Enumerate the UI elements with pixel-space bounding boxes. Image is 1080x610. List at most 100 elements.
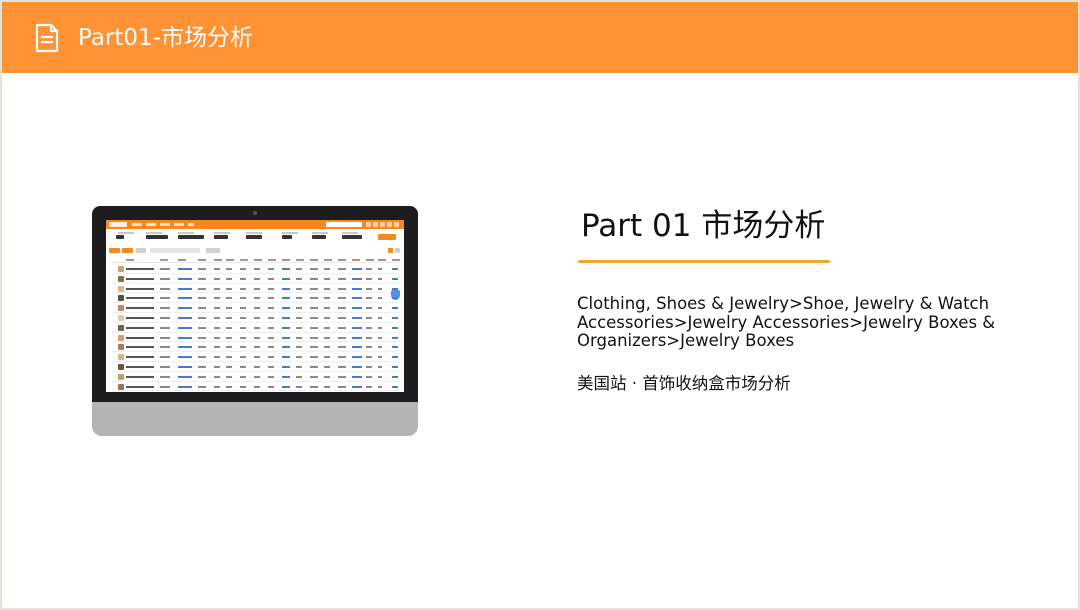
table-cell (178, 336, 192, 339)
table-cell (338, 277, 346, 280)
table-cell (126, 365, 154, 368)
table-cell (240, 297, 246, 300)
table-cell (240, 336, 246, 339)
table-cell (254, 365, 260, 368)
table-header-cell (160, 259, 168, 261)
table-cell (160, 356, 170, 359)
header-banner: Part01-市场分析 (2, 2, 1078, 73)
dashboard-button (373, 222, 378, 227)
table-cell (254, 307, 260, 310)
table-cell (254, 385, 260, 388)
table-cell (268, 287, 274, 290)
table-cell (198, 277, 206, 280)
table-cell (392, 336, 398, 339)
table-cell (378, 365, 382, 368)
table-cell (338, 385, 346, 388)
table-cell (126, 268, 154, 270)
monitor-chin (92, 402, 418, 436)
table-cell (226, 336, 232, 339)
table-cell (296, 268, 302, 270)
table-cell (282, 356, 290, 359)
dashboard-top-bar (106, 220, 404, 229)
table-cell (240, 326, 246, 329)
monitor-bezel (92, 206, 418, 402)
shield-icon (391, 290, 400, 300)
table-cell (282, 326, 290, 329)
table-cell (268, 307, 274, 310)
table-cell (352, 365, 362, 368)
table-cell (282, 316, 290, 319)
table-cell (378, 277, 382, 280)
table-cell (352, 385, 362, 388)
product-thumbnail (118, 373, 124, 380)
table-cell (214, 385, 220, 388)
table-cell (324, 277, 330, 280)
table-cell (198, 336, 206, 339)
table-cell (366, 365, 372, 368)
table-cell (160, 287, 170, 290)
table-cell (160, 365, 170, 368)
product-thumbnail (118, 314, 124, 321)
table-cell (392, 307, 398, 310)
table-cell (254, 268, 260, 270)
dashboard-nav-item (174, 223, 184, 226)
table-cell (378, 336, 382, 339)
monitor-illustration (92, 206, 418, 436)
table-cell (338, 287, 346, 290)
table-row (112, 313, 400, 323)
table-cell (324, 316, 330, 319)
table-cell (296, 316, 302, 319)
product-thumbnail (118, 383, 124, 390)
table-cell (214, 307, 220, 310)
table-cell (240, 277, 246, 280)
table-cell (226, 297, 232, 300)
table-cell (310, 365, 318, 368)
table-cell (392, 326, 398, 329)
table-row (112, 274, 400, 284)
table-cell (178, 356, 192, 359)
table-header-cell (268, 259, 276, 261)
table-cell (282, 365, 290, 368)
table-cell (296, 346, 302, 349)
table-cell (296, 375, 302, 378)
table-cell (226, 287, 232, 290)
table-cell (198, 316, 206, 319)
table-cell (126, 346, 154, 349)
table-header-cell (198, 259, 206, 261)
table-cell (214, 297, 220, 300)
table-cell (226, 277, 232, 280)
table-cell (352, 375, 362, 378)
table-cell (178, 277, 192, 280)
table-cell (282, 346, 290, 349)
table-cell (226, 375, 232, 378)
dashboard-nav-item (132, 223, 142, 226)
table-cell (240, 356, 246, 359)
dashboard-button (394, 222, 399, 227)
table-header-cell (338, 259, 346, 261)
table-cell (296, 326, 302, 329)
table-cell (338, 365, 346, 368)
table-cell (310, 346, 318, 349)
table-cell (352, 307, 362, 310)
table-cell (226, 307, 232, 310)
table-cell (282, 307, 290, 310)
table-cell (268, 365, 274, 368)
table-cell (198, 307, 206, 310)
table-header-cell (226, 259, 234, 261)
table-cell (254, 297, 260, 300)
table-row (112, 293, 400, 304)
table-cell (366, 316, 372, 319)
table-row (112, 333, 400, 343)
table-cell (282, 287, 290, 290)
table-cell (310, 277, 318, 280)
table-cell (160, 336, 170, 339)
table-header-cell (352, 259, 360, 261)
table-cell (254, 375, 260, 378)
table-header-cell (392, 259, 400, 261)
table-cell (352, 346, 362, 349)
dashboard-screenshot (106, 220, 404, 392)
product-thumbnail (118, 344, 124, 351)
table-cell (392, 356, 398, 359)
dashboard-nav-item (160, 223, 170, 226)
table-cell (214, 356, 220, 359)
